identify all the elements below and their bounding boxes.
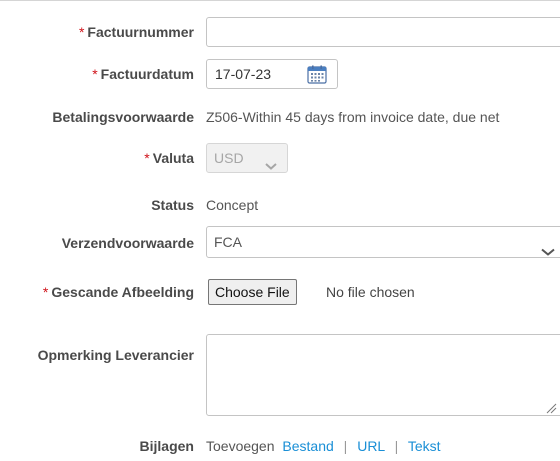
attachments-label: Bijlagen <box>139 438 194 454</box>
supplier-note-textarea[interactable] <box>206 334 560 416</box>
currency-select: USD <box>206 143 288 173</box>
status-label: Status <box>151 197 194 213</box>
attach-text-link[interactable]: Tekst <box>408 438 441 454</box>
resize-handle-icon[interactable] <box>545 401 557 417</box>
invoice-number-label: * Factuurnummer <box>78 24 194 40</box>
attach-file-link[interactable]: Bestand <box>282 438 333 454</box>
status-value: Concept <box>206 197 259 213</box>
shipping-terms-value: FCA <box>214 234 242 250</box>
required-marker: * <box>92 66 98 82</box>
scanned-image-row: * Gescande Afbeelding Choose File No file… <box>0 277 560 307</box>
top-divider <box>0 0 560 1</box>
calendar-icon[interactable] <box>307 65 327 84</box>
link-separator: | <box>394 438 399 454</box>
scanned-image-label: * Gescande Afbeelding <box>42 284 194 300</box>
required-marker: * <box>42 284 49 300</box>
currency-row: * Valuta USD <box>0 143 560 173</box>
payment-terms-label: Betalingsvoorwaarde <box>52 109 194 125</box>
invoice-date-row: * Factuurdatum 17-07-23 <box>0 59 560 89</box>
invoice-date-label: * Factuurdatum <box>92 66 194 82</box>
currency-value: USD <box>214 150 244 166</box>
attachments-add-text: Toevoegen <box>206 438 275 454</box>
choose-file-button[interactable]: Choose File <box>208 279 297 305</box>
shipping-terms-select[interactable]: FCA <box>206 226 560 258</box>
required-marker: * <box>144 150 150 166</box>
invoice-date-value: 17-07-23 <box>215 66 272 82</box>
invoice-number-row: * Factuurnummer <box>0 17 560 47</box>
payment-terms-row: Betalingsvoorwaarde Z506-Within 45 days … <box>0 102 560 132</box>
shipping-terms-row: Verzendvoorwaarde FCA <box>0 226 560 258</box>
attachments-row: Bijlagen Toevoegen Bestand | URL | Tekst <box>0 431 560 461</box>
supplier-note-row: Opmerking Leverancier <box>0 334 560 416</box>
chevron-down-icon <box>541 237 555 267</box>
chevron-down-icon <box>265 152 277 180</box>
file-status-text: No file chosen <box>326 284 415 300</box>
attachments-actions: Toevoegen Bestand | URL | Tekst <box>206 431 441 461</box>
payment-terms-value: Z506-Within 45 days from invoice date, d… <box>206 109 500 125</box>
status-row: Status Concept <box>0 190 560 220</box>
supplier-note-label: Opmerking Leverancier <box>37 347 194 363</box>
attach-url-link[interactable]: URL <box>357 438 385 454</box>
shipping-terms-label: Verzendvoorwaarde <box>61 235 194 251</box>
currency-label: * Valuta <box>144 150 194 166</box>
invoice-number-input[interactable] <box>206 17 560 47</box>
invoice-date-input[interactable]: 17-07-23 <box>206 59 338 89</box>
link-separator: | <box>343 438 348 454</box>
required-marker: * <box>78 24 85 40</box>
